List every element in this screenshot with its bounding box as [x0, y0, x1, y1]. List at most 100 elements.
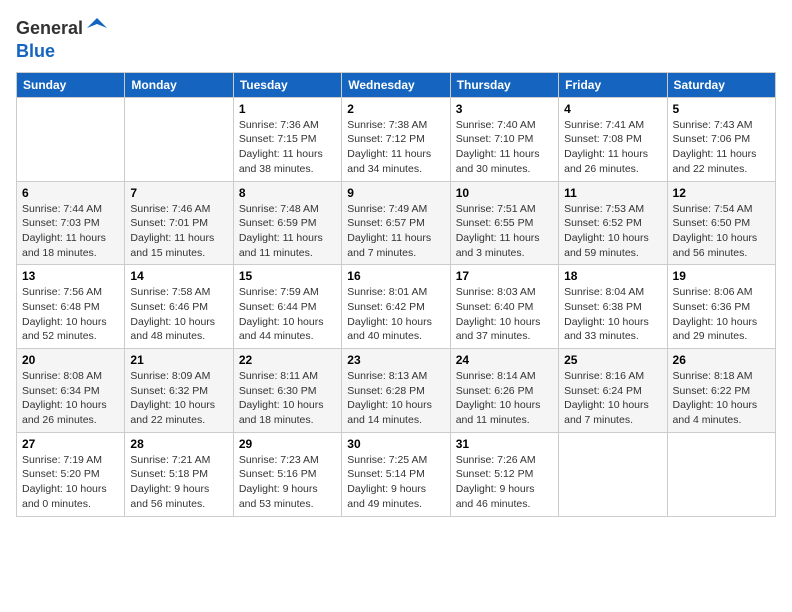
day-detail: Sunrise: 8:14 AM Sunset: 6:26 PM Dayligh…	[456, 369, 553, 428]
day-number: 12	[673, 186, 770, 200]
day-number: 13	[22, 269, 119, 283]
logo-blue: Blue	[16, 41, 55, 61]
day-number: 9	[347, 186, 444, 200]
day-detail: Sunrise: 7:25 AM Sunset: 5:14 PM Dayligh…	[347, 453, 444, 512]
day-detail: Sunrise: 7:41 AM Sunset: 7:08 PM Dayligh…	[564, 118, 661, 177]
day-detail: Sunrise: 7:48 AM Sunset: 6:59 PM Dayligh…	[239, 202, 336, 261]
day-number: 23	[347, 353, 444, 367]
day-number: 5	[673, 102, 770, 116]
day-number: 29	[239, 437, 336, 451]
day-header-thursday: Thursday	[450, 72, 558, 97]
day-detail: Sunrise: 8:13 AM Sunset: 6:28 PM Dayligh…	[347, 369, 444, 428]
day-number: 21	[130, 353, 227, 367]
day-number: 1	[239, 102, 336, 116]
day-number: 10	[456, 186, 553, 200]
day-number: 31	[456, 437, 553, 451]
day-header-wednesday: Wednesday	[342, 72, 450, 97]
calendar-table: SundayMondayTuesdayWednesdayThursdayFrid…	[16, 72, 776, 517]
calendar-cell: 4 Sunrise: 7:41 AM Sunset: 7:08 PM Daylig…	[559, 97, 667, 181]
day-detail: Sunrise: 7:43 AM Sunset: 7:06 PM Dayligh…	[673, 118, 770, 177]
calendar-cell: 23 Sunrise: 8:13 AM Sunset: 6:28 PM Dayli…	[342, 349, 450, 433]
day-detail: Sunrise: 7:56 AM Sunset: 6:48 PM Dayligh…	[22, 285, 119, 344]
day-detail: Sunrise: 7:36 AM Sunset: 7:15 PM Dayligh…	[239, 118, 336, 177]
calendar-cell: 15 Sunrise: 7:59 AM Sunset: 6:44 PM Dayli…	[233, 265, 341, 349]
day-detail: Sunrise: 7:44 AM Sunset: 7:03 PM Dayligh…	[22, 202, 119, 261]
day-detail: Sunrise: 8:04 AM Sunset: 6:38 PM Dayligh…	[564, 285, 661, 344]
calendar-cell: 1 Sunrise: 7:36 AM Sunset: 7:15 PM Daylig…	[233, 97, 341, 181]
calendar-cell: 30 Sunrise: 7:25 AM Sunset: 5:14 PM Dayli…	[342, 432, 450, 516]
day-number: 28	[130, 437, 227, 451]
day-number: 4	[564, 102, 661, 116]
day-number: 8	[239, 186, 336, 200]
day-number: 22	[239, 353, 336, 367]
calendar-cell: 10 Sunrise: 7:51 AM Sunset: 6:55 PM Dayli…	[450, 181, 558, 265]
calendar-cell: 27 Sunrise: 7:19 AM Sunset: 5:20 PM Dayli…	[17, 432, 125, 516]
day-number: 17	[456, 269, 553, 283]
day-number: 16	[347, 269, 444, 283]
calendar-cell: 12Sunrise: 7:54 AM Sunset: 6:50 PM Dayli…	[667, 181, 775, 265]
calendar-cell: 11 Sunrise: 7:53 AM Sunset: 6:52 PM Dayli…	[559, 181, 667, 265]
calendar-week-2: 6 Sunrise: 7:44 AM Sunset: 7:03 PM Daylig…	[17, 181, 776, 265]
calendar-cell: 31 Sunrise: 7:26 AM Sunset: 5:12 PM Dayli…	[450, 432, 558, 516]
calendar-cell: 28Sunrise: 7:21 AM Sunset: 5:18 PM Dayli…	[125, 432, 233, 516]
day-detail: Sunrise: 7:46 AM Sunset: 7:01 PM Dayligh…	[130, 202, 227, 261]
calendar-cell: 22 Sunrise: 8:11 AM Sunset: 6:30 PM Dayli…	[233, 349, 341, 433]
day-detail: Sunrise: 7:59 AM Sunset: 6:44 PM Dayligh…	[239, 285, 336, 344]
calendar-cell: 2Sunrise: 7:38 AM Sunset: 7:12 PM Daylig…	[342, 97, 450, 181]
day-number: 11	[564, 186, 661, 200]
day-detail: Sunrise: 7:58 AM Sunset: 6:46 PM Dayligh…	[130, 285, 227, 344]
day-number: 30	[347, 437, 444, 451]
calendar-cell	[559, 432, 667, 516]
calendar-cell: 17 Sunrise: 8:03 AM Sunset: 6:40 PM Dayli…	[450, 265, 558, 349]
calendar-cell: 5 Sunrise: 7:43 AM Sunset: 7:06 PM Daylig…	[667, 97, 775, 181]
day-number: 6	[22, 186, 119, 200]
calendar-cell: 19 Sunrise: 8:06 AM Sunset: 6:36 PM Dayli…	[667, 265, 775, 349]
calendar-cell: 16 Sunrise: 8:01 AM Sunset: 6:42 PM Dayli…	[342, 265, 450, 349]
day-header-saturday: Saturday	[667, 72, 775, 97]
day-header-sunday: Sunday	[17, 72, 125, 97]
day-number: 15	[239, 269, 336, 283]
day-detail: Sunrise: 8:06 AM Sunset: 6:36 PM Dayligh…	[673, 285, 770, 344]
day-number: 19	[673, 269, 770, 283]
day-number: 24	[456, 353, 553, 367]
day-number: 18	[564, 269, 661, 283]
day-detail: Sunrise: 8:01 AM Sunset: 6:42 PM Dayligh…	[347, 285, 444, 344]
day-header-tuesday: Tuesday	[233, 72, 341, 97]
day-detail: Sunrise: 7:53 AM Sunset: 6:52 PM Dayligh…	[564, 202, 661, 261]
day-number: 27	[22, 437, 119, 451]
day-header-friday: Friday	[559, 72, 667, 97]
day-detail: Sunrise: 8:09 AM Sunset: 6:32 PM Dayligh…	[130, 369, 227, 428]
day-detail: Sunrise: 7:26 AM Sunset: 5:12 PM Dayligh…	[456, 453, 553, 512]
day-number: 7	[130, 186, 227, 200]
calendar-cell: 29 Sunrise: 7:23 AM Sunset: 5:16 PM Dayli…	[233, 432, 341, 516]
calendar-cell: 25Sunrise: 8:16 AM Sunset: 6:24 PM Dayli…	[559, 349, 667, 433]
day-detail: Sunrise: 7:40 AM Sunset: 7:10 PM Dayligh…	[456, 118, 553, 177]
day-number: 26	[673, 353, 770, 367]
calendar-cell: 20 Sunrise: 8:08 AM Sunset: 6:34 PM Dayli…	[17, 349, 125, 433]
calendar-cell: 21 Sunrise: 8:09 AM Sunset: 6:32 PM Dayli…	[125, 349, 233, 433]
calendar-cell: 18 Sunrise: 8:04 AM Sunset: 6:38 PM Dayli…	[559, 265, 667, 349]
calendar-cell: 8 Sunrise: 7:48 AM Sunset: 6:59 PM Daylig…	[233, 181, 341, 265]
day-number: 3	[456, 102, 553, 116]
day-detail: Sunrise: 7:23 AM Sunset: 5:16 PM Dayligh…	[239, 453, 336, 512]
calendar-cell: 7 Sunrise: 7:46 AM Sunset: 7:01 PM Daylig…	[125, 181, 233, 265]
day-detail: Sunrise: 8:03 AM Sunset: 6:40 PM Dayligh…	[456, 285, 553, 344]
calendar-cell: 13 Sunrise: 7:56 AM Sunset: 6:48 PM Dayli…	[17, 265, 125, 349]
calendar-cell	[17, 97, 125, 181]
day-detail: Sunrise: 8:11 AM Sunset: 6:30 PM Dayligh…	[239, 369, 336, 428]
calendar-week-4: 20 Sunrise: 8:08 AM Sunset: 6:34 PM Dayli…	[17, 349, 776, 433]
calendar-header-row: SundayMondayTuesdayWednesdayThursdayFrid…	[17, 72, 776, 97]
page-header: General Blue	[16, 16, 776, 62]
day-number: 20	[22, 353, 119, 367]
day-detail: Sunrise: 7:19 AM Sunset: 5:20 PM Dayligh…	[22, 453, 119, 512]
calendar-week-1: 1 Sunrise: 7:36 AM Sunset: 7:15 PM Daylig…	[17, 97, 776, 181]
day-detail: Sunrise: 8:16 AM Sunset: 6:24 PM Dayligh…	[564, 369, 661, 428]
day-detail: Sunrise: 7:51 AM Sunset: 6:55 PM Dayligh…	[456, 202, 553, 261]
logo-general: General	[16, 18, 83, 38]
day-detail: Sunrise: 7:38 AM Sunset: 7:12 PM Dayligh…	[347, 118, 444, 177]
day-detail: Sunrise: 8:18 AM Sunset: 6:22 PM Dayligh…	[673, 369, 770, 428]
day-detail: Sunrise: 8:08 AM Sunset: 6:34 PM Dayligh…	[22, 369, 119, 428]
calendar-cell: 6 Sunrise: 7:44 AM Sunset: 7:03 PM Daylig…	[17, 181, 125, 265]
calendar-cell: 26 Sunrise: 8:18 AM Sunset: 6:22 PM Dayli…	[667, 349, 775, 433]
day-detail: Sunrise: 7:49 AM Sunset: 6:57 PM Dayligh…	[347, 202, 444, 261]
